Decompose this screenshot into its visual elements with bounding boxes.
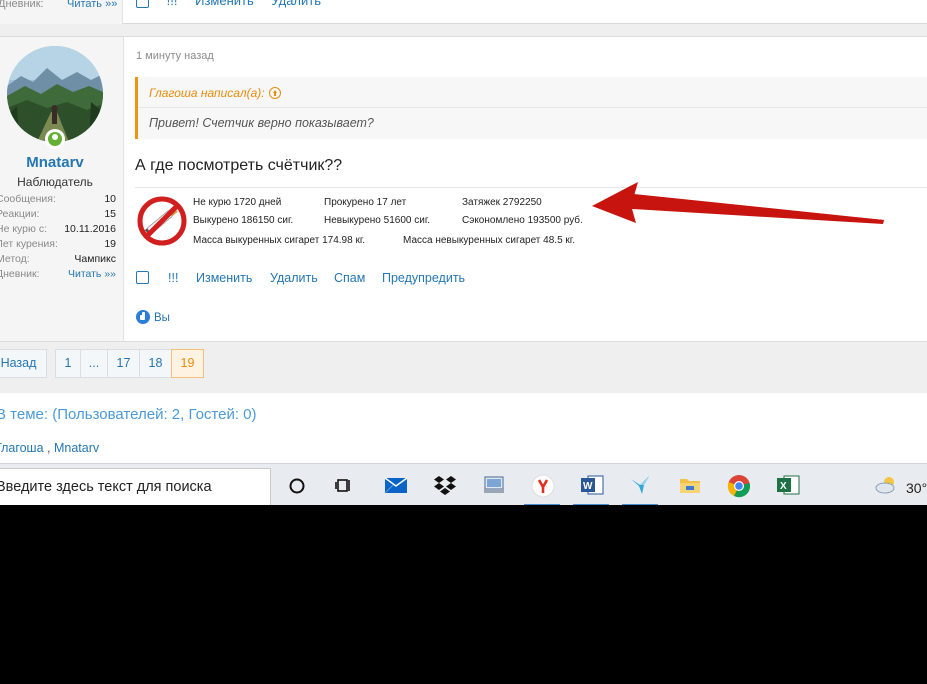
stat-label: Сообщения: xyxy=(0,193,56,205)
pagination-bar: Назад 1 ... 17 18 19 xyxy=(0,341,927,393)
stat-value: 10 xyxy=(104,193,116,205)
signature-stat: Масса выкуренных сигарет 174.98 кг. xyxy=(193,235,366,246)
select-checkbox[interactable] xyxy=(136,0,149,9)
online-users: Глагоша , Mnatarv xyxy=(0,441,99,455)
online-user-link[interactable]: Mnatarv xyxy=(54,441,99,455)
stat-label: Лет курения: xyxy=(0,238,58,250)
user-separator: , xyxy=(47,441,51,455)
taskbar-search[interactable] xyxy=(0,468,271,505)
user-avatar[interactable] xyxy=(7,46,103,142)
likes-text: Вы xyxy=(154,312,170,324)
user-title: Наблюдатель xyxy=(17,175,93,189)
page-current[interactable]: 19 xyxy=(171,349,204,378)
post-time-link[interactable]: 1 минуту назад xyxy=(136,50,214,62)
signature-stat: Не курю 1720 дней xyxy=(193,197,282,208)
page-link[interactable]: 18 xyxy=(139,349,172,378)
stat-row: Не курю с: 10.11.2016 xyxy=(0,223,116,238)
stat-label: Дневник: xyxy=(0,268,40,280)
signature-stat: Сэкономлено 193500 руб. xyxy=(462,215,583,226)
user-stats: Сообщения: 10 Реакции: 15 Не курю с: 10.11.… xyxy=(0,193,116,283)
stat-value: 15 xyxy=(104,208,116,220)
online-status-badge xyxy=(45,129,65,149)
delete-button[interactable]: Удалить xyxy=(271,0,321,8)
quote-author-label: Глагоша написал(а): xyxy=(149,86,265,100)
weather-icon[interactable] xyxy=(866,464,906,505)
stat-value: 19 xyxy=(104,238,116,250)
signature-stat: Невыкурено 51600 сиг. xyxy=(324,215,431,226)
stat-label: Реакции: xyxy=(0,208,40,220)
stat-row: Реакции: 15 xyxy=(0,208,116,223)
online-user-link[interactable]: Глагоша xyxy=(0,441,44,455)
excel-icon[interactable]: X xyxy=(767,464,807,505)
svg-text:W: W xyxy=(583,481,593,492)
previous-post-actions: !!! Изменить Удалить xyxy=(136,0,335,9)
windows-taskbar: W X 30° xyxy=(0,463,927,505)
likes-bar[interactable]: Вы xyxy=(136,310,170,324)
previous-post-userpane: Дневник: Читать »» xyxy=(0,0,123,24)
edit-button[interactable]: Изменить xyxy=(195,0,254,8)
stat-row: Лет курения: 19 xyxy=(0,238,116,253)
back-label: Назад xyxy=(0,356,37,370)
yandex-browser-icon[interactable] xyxy=(522,464,562,505)
diary-link[interactable]: Читать »» xyxy=(67,0,117,10)
arrow-up-circle-icon[interactable] xyxy=(268,87,281,99)
file-explorer-icon[interactable] xyxy=(669,464,709,505)
stat-row: Дневник: Читать »» xyxy=(0,268,116,283)
no-smoking-icon xyxy=(137,196,187,246)
select-checkbox[interactable] xyxy=(136,271,149,284)
message-text: А где посмотреть счётчик?? xyxy=(135,157,343,174)
delete-button[interactable]: Удалить xyxy=(270,271,318,285)
signature-stat: Выкурено 186150 сиг. xyxy=(193,215,294,226)
report-button[interactable]: !!! xyxy=(167,0,178,8)
post-gap xyxy=(0,24,927,36)
red-annotation-arrow xyxy=(592,182,884,224)
word-icon[interactable]: W xyxy=(571,464,611,505)
stat-row: Метод: Чампикс xyxy=(0,253,116,268)
mail-icon[interactable] xyxy=(375,464,415,505)
online-heading: В теме: (Пользователей: 2, Гостей: 0) xyxy=(0,406,257,423)
bird-app-icon[interactable] xyxy=(620,464,660,505)
temperature-text: 30° xyxy=(906,480,927,496)
back-button[interactable]: Назад xyxy=(0,349,47,378)
stat-label: Не курю с: xyxy=(0,223,47,235)
page-link[interactable]: 17 xyxy=(107,349,140,378)
task-view-icon[interactable] xyxy=(325,464,365,505)
page-link[interactable]: 1 xyxy=(55,349,81,378)
signature-stat: Затяжек 2792250 xyxy=(462,197,542,208)
dropbox-icon[interactable] xyxy=(424,464,464,505)
spam-button[interactable]: Спам xyxy=(334,271,365,285)
stat-value: 10.11.2016 xyxy=(64,223,116,235)
signature-stat: Прокурено 17 лет xyxy=(324,197,407,208)
stat-label: Дневник: xyxy=(0,0,44,10)
quote-block: Глагоша написал(а): Привет! Счетчик верн… xyxy=(135,77,927,139)
signature-stat: Масса невыкуренных сигарет 48.5 кг. xyxy=(403,235,575,246)
quote-author[interactable]: Глагоша написал(а): xyxy=(149,86,281,100)
quote-text: Привет! Счетчик верно показывает? xyxy=(149,116,374,130)
browser-viewport: Дневник: Читать »» !!! Изменить Удалить xyxy=(0,0,927,505)
warn-button[interactable]: Предупредить xyxy=(382,271,465,285)
stat-row: Сообщения: 10 xyxy=(0,193,116,208)
like-icon xyxy=(136,310,150,324)
report-button[interactable]: !!! xyxy=(168,271,178,285)
username-link[interactable]: Mnatarv xyxy=(0,154,110,171)
stat-value: Чампикс xyxy=(74,253,116,265)
search-input[interactable] xyxy=(0,469,266,505)
control-panel-icon[interactable] xyxy=(473,464,513,505)
page-ellipsis[interactable]: ... xyxy=(80,349,108,378)
svg-text:X: X xyxy=(780,481,787,492)
cortana-icon[interactable] xyxy=(277,464,317,505)
user-pane: Mnatarv Наблюдатель Сообщения: 10 Реакции… xyxy=(0,37,124,341)
previous-post: Дневник: Читать »» !!! Изменить Удалить xyxy=(0,0,927,24)
edit-button[interactable]: Изменить xyxy=(196,271,252,285)
quote-divider xyxy=(138,107,927,108)
diary-link[interactable]: Читать »» xyxy=(68,268,116,280)
chrome-icon[interactable] xyxy=(718,464,758,505)
stat-label: Метод: xyxy=(0,253,30,265)
